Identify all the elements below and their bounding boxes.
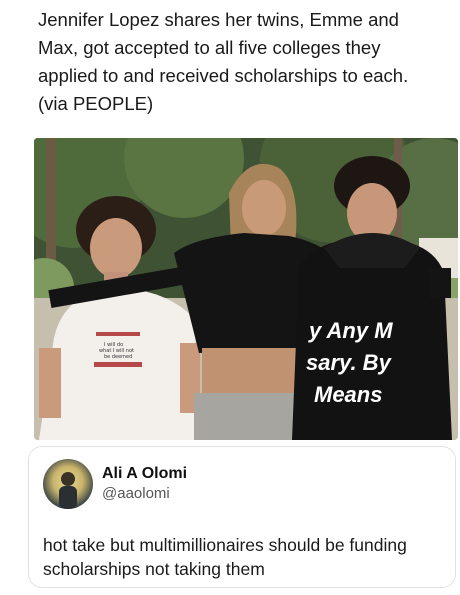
sweatshirt-text-2: sary. By bbox=[306, 350, 393, 375]
quoted-post[interactable]: Ali A Olomi @aaolomi hot take but multim… bbox=[28, 446, 456, 588]
author-name[interactable]: Ali A Olomi bbox=[102, 465, 187, 483]
author-handle[interactable]: @aaolomi bbox=[102, 485, 170, 502]
photo-illustration: I will do what I will not be deemed y An… bbox=[34, 138, 458, 440]
post-photo[interactable]: I will do what I will not be deemed y An… bbox=[34, 138, 458, 440]
sweatshirt-text-3: Means bbox=[314, 382, 382, 407]
sweatshirt-text-1: y Any M bbox=[308, 318, 393, 343]
post-text: Jennifer Lopez shares her twins, Emme an… bbox=[38, 9, 409, 114]
post-card: Jennifer Lopez shares her twins, Emme an… bbox=[0, 0, 460, 595]
avatar-icon bbox=[59, 472, 77, 509]
quoted-post-text: hot take but multimillionaires should be… bbox=[43, 535, 407, 579]
avatar[interactable] bbox=[43, 459, 93, 509]
svg-text:be deemed: be deemed bbox=[104, 354, 132, 360]
